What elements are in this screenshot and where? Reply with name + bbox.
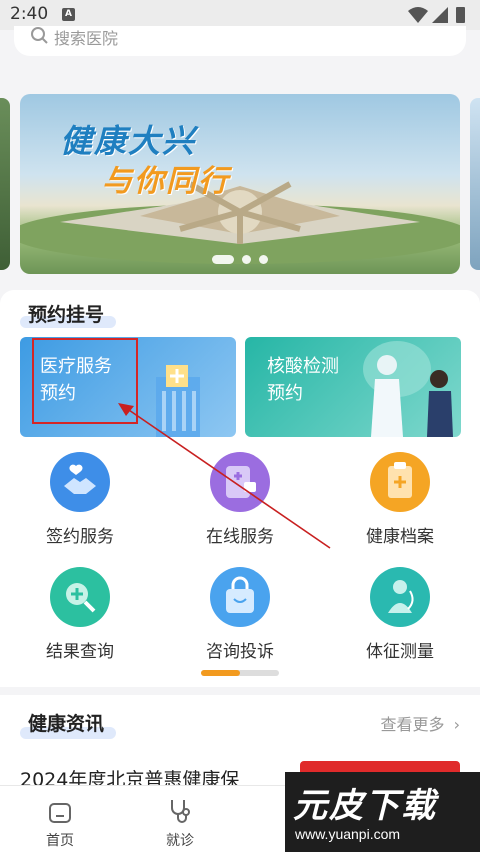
site-watermark: 元皮下载 www.yuanpi.com [285,772,480,852]
vital-signs-item[interactable]: 体征测量 [340,567,460,677]
search-icon [31,27,48,44]
consult-bag-icon [210,567,270,627]
nav-label: 首页 [46,833,74,849]
status-time: 2:40 [10,4,49,24]
service-label: 咨询投诉 [206,642,274,662]
carousel-dot[interactable] [242,255,251,264]
highlight-box [32,338,138,424]
watermark-url: www.yuanpi.com [295,826,401,842]
hospital-building-icon [156,365,200,437]
banner-carousel[interactable]: 健康大兴 与你同行 [0,90,480,290]
banner-next-peek [470,98,480,270]
battery-icon [456,7,465,23]
banner-slide[interactable]: 健康大兴 与你同行 [20,94,460,274]
carousel-dot[interactable] [212,255,234,264]
search-placeholder: 搜索医院 [54,29,119,48]
news-section-title: 健康资讯 [28,713,105,735]
wifi-icon [408,7,428,23]
nav-home[interactable]: 首页 [20,792,100,850]
handshake-icon [50,452,110,512]
online-service-icon [210,452,270,512]
home-icon [49,803,71,823]
stethoscope-icon [171,800,190,823]
service-label: 结果查询 [46,642,114,662]
nucleic-acid-test-appointment-tile[interactable]: 核酸检测 预约 [245,337,461,437]
chevron-right-icon: › [453,715,460,734]
appointment-section-label: 预约挂号 [28,304,105,326]
service-label: 健康档案 [366,527,434,547]
tile-label-line2: 预约 [267,383,303,404]
banner-prev-peek [0,98,10,270]
vital-signs-icon [370,567,430,627]
result-search-icon [50,567,110,627]
search-input[interactable]: 搜索医院 [14,26,466,56]
scroll-indicator-fill [201,670,240,676]
service-label: 在线服务 [206,527,274,547]
signal-icon [432,7,448,23]
service-label: 体征测量 [366,642,434,662]
tile-label-line1: 核酸检测 [267,356,339,377]
health-record-icon [370,452,430,512]
online-service-item[interactable]: 在线服务 [180,452,300,562]
health-record-item[interactable]: 健康档案 [340,452,460,562]
carousel-dot[interactable] [259,255,268,264]
banner-headline-2: 与你同行 [102,164,230,199]
grid-scroll-indicator [201,670,279,676]
watermark-title: 元皮下载 [293,786,437,826]
system-status-icons [408,7,465,23]
signing-service-item[interactable]: 签约服务 [20,452,140,562]
nucleic-test-illustration [363,341,453,437]
carousel-dots [20,249,460,268]
service-label: 签约服务 [46,527,114,547]
notification-a-icon: A [62,8,75,21]
consult-complaint-item[interactable]: 咨询投诉 [180,567,300,677]
search-area: 搜索医院 [0,26,480,90]
services-card: 预约挂号 医疗服务 预约 核酸检测 预约 签约服务 在线服务 健康档案 结果查询… [0,290,480,687]
view-more-link[interactable]: 查看更多 › [380,711,460,735]
appointment-section-title: 预约挂号 [20,300,116,328]
view-more-label: 查看更多 [380,715,445,734]
nav-visit[interactable]: 就诊 [140,792,220,850]
result-query-item[interactable]: 结果查询 [20,567,140,677]
nav-label: 就诊 [166,833,194,849]
